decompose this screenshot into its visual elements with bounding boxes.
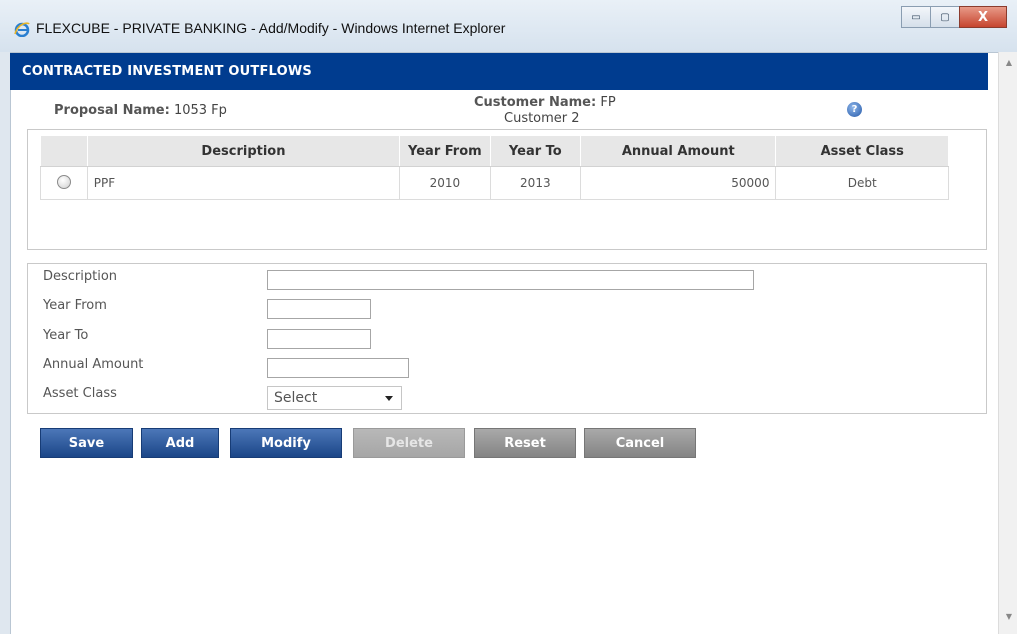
customer-name: Customer Name: FP Customer 2	[474, 95, 674, 126]
year-to-label: Year To	[43, 328, 89, 343]
reset-button[interactable]: Reset	[474, 428, 576, 458]
save-button[interactable]: Save	[40, 428, 133, 458]
cell-asset-class: Debt	[775, 166, 949, 200]
page-header: CONTRACTED INVESTMENT OUTFLOWS	[10, 53, 988, 90]
modify-button[interactable]: Modify	[230, 428, 342, 458]
cell-year-from: 2010	[399, 166, 491, 200]
cell-annual-amount: 50000	[580, 166, 777, 200]
outflows-grid-panel: Description Year From Year To Annual Amo…	[27, 129, 987, 250]
row-radio-button[interactable]	[56, 174, 71, 189]
window-controls: ▭ ▢ X	[901, 6, 1007, 28]
cell-description: PPF	[86, 166, 401, 200]
scroll-down-arrow-icon[interactable]: ▼	[1006, 612, 1012, 621]
minimize-button[interactable]: ▭	[901, 6, 931, 28]
year-to-input[interactable]	[267, 329, 371, 349]
entry-form-panel: Description Year From Year To Annual Amo…	[27, 263, 987, 414]
customer-name-value: FP	[600, 95, 616, 110]
scroll-up-arrow-icon[interactable]: ▲	[1006, 58, 1012, 67]
internet-explorer-icon	[14, 22, 30, 37]
row-select-cell[interactable]	[40, 166, 88, 200]
year-from-label: Year From	[43, 298, 107, 313]
close-button[interactable]: X	[959, 6, 1007, 28]
description-label: Description	[43, 269, 118, 284]
column-header-year-to: Year To	[489, 135, 582, 167]
table-row[interactable]: PPF 2010 2013 50000 Debt	[40, 166, 949, 200]
column-header-asset-class: Asset Class	[775, 135, 949, 167]
annual-amount-input[interactable]	[267, 358, 409, 378]
dropdown-caret-icon	[385, 396, 393, 401]
window-left-border	[0, 52, 11, 634]
description-input[interactable]	[267, 270, 754, 290]
page-title: CONTRACTED INVESTMENT OUTFLOWS	[22, 64, 312, 79]
proposal-name-value: 1053 Fp	[173, 103, 227, 118]
customer-name-label: Customer Name:	[474, 95, 597, 110]
cancel-button[interactable]: Cancel	[584, 428, 696, 458]
select-column-header	[40, 135, 88, 167]
add-button[interactable]: Add	[141, 428, 219, 458]
year-from-input[interactable]	[267, 299, 371, 319]
column-header-annual-amount: Annual Amount	[580, 135, 777, 167]
proposal-name-label: Proposal Name:	[54, 103, 170, 118]
table-header-row: Description Year From Year To Annual Amo…	[40, 135, 949, 167]
outflows-table: Description Year From Year To Annual Amo…	[40, 135, 949, 200]
vertical-scrollbar[interactable]	[998, 52, 1017, 634]
asset-class-selected-value: Select	[274, 390, 318, 406]
window-titlebar: FLEXCUBE - PRIVATE BANKING - Add/Modify …	[0, 0, 1017, 53]
delete-button[interactable]: Delete	[353, 428, 465, 458]
help-icon[interactable]: ?	[847, 102, 862, 117]
asset-class-label: Asset Class	[43, 386, 117, 401]
column-header-description: Description	[86, 135, 401, 167]
window-title: FLEXCUBE - PRIVATE BANKING - Add/Modify …	[36, 20, 506, 36]
customer-name-value-line2: Customer 2	[504, 111, 580, 126]
cell-year-to: 2013	[489, 166, 582, 200]
column-header-year-from: Year From	[399, 135, 491, 167]
maximize-button[interactable]: ▢	[930, 6, 960, 28]
proposal-name: Proposal Name: 1053 Fp	[54, 103, 227, 118]
annual-amount-label: Annual Amount	[43, 357, 144, 372]
asset-class-select[interactable]: Select	[267, 386, 402, 410]
